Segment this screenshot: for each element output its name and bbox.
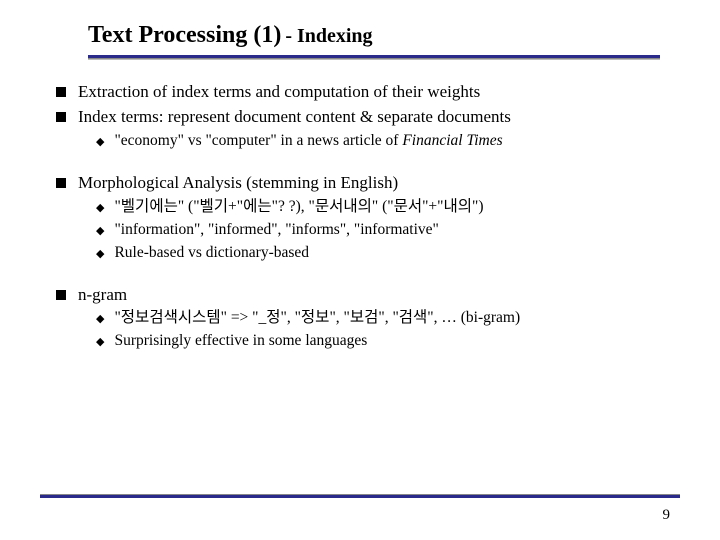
square-bullet-icon (56, 290, 66, 300)
bullet-level2: ◆ "economy" vs "computer" in a news arti… (96, 131, 670, 152)
italic-text: Financial Times (402, 132, 502, 149)
bullet-level1: Morphological Analysis (stemming in Engl… (56, 172, 670, 195)
bullet-text: Rule-based vs dictionary-based (114, 243, 670, 264)
slide: Text Processing (1) - Indexing Extractio… (0, 0, 720, 352)
diamond-bullet-icon: ◆ (96, 135, 104, 150)
diamond-bullet-icon: ◆ (96, 335, 104, 350)
bullet-level2: ◆ Rule-based vs dictionary-based (96, 243, 670, 264)
page-number: 9 (663, 507, 671, 524)
bullet-text: "economy" vs "computer" in a news articl… (114, 131, 670, 152)
bullet-text: Morphological Analysis (stemming in Engl… (78, 172, 670, 195)
slide-title: Text Processing (1) (88, 22, 281, 48)
footer-rule (40, 494, 680, 498)
bullet-text: Index terms: represent document content … (78, 106, 670, 129)
bullet-level1: Index terms: represent document content … (56, 106, 670, 129)
bullet-text: Extraction of index terms and computatio… (78, 81, 670, 104)
square-bullet-icon (56, 87, 66, 97)
diamond-bullet-icon: ◆ (96, 312, 104, 327)
slide-subtitle: - Indexing (285, 25, 372, 47)
bullet-level1: Extraction of index terms and computatio… (56, 81, 670, 104)
bullet-text: "벨기에는" ("벨기+"에는"? ?), "문서내의" ("문서"+"내의") (114, 197, 670, 218)
bullet-text: n-gram (78, 284, 670, 307)
bullet-level2: ◆ "정보검색시스템" => "_정", "정보", "보검", "검색", …… (96, 308, 670, 329)
title-underline (88, 55, 660, 59)
bullet-level2: ◆ "벨기에는" ("벨기+"에는"? ?), "문서내의" ("문서"+"내의… (96, 197, 670, 218)
title-block: Text Processing (1) - Indexing (88, 22, 670, 49)
bullet-level2: ◆ "information", "informed", "informs", … (96, 220, 670, 241)
bullet-text: Surprisingly effective in some languages (114, 331, 670, 352)
bullet-text-part: "economy" vs "computer" in a news articl… (114, 132, 402, 149)
bullet-level2: ◆ Surprisingly effective in some languag… (96, 331, 670, 352)
diamond-bullet-icon: ◆ (96, 247, 104, 262)
diamond-bullet-icon: ◆ (96, 224, 104, 239)
square-bullet-icon (56, 178, 66, 188)
square-bullet-icon (56, 112, 66, 122)
bullet-text: "information", "informed", "informs", "i… (114, 220, 670, 241)
bullet-text: "정보검색시스템" => "_정", "정보", "보검", "검색", … (… (114, 308, 670, 329)
diamond-bullet-icon: ◆ (96, 201, 104, 216)
bullet-level1: n-gram (56, 284, 670, 307)
content-area: Extraction of index terms and computatio… (50, 81, 670, 352)
